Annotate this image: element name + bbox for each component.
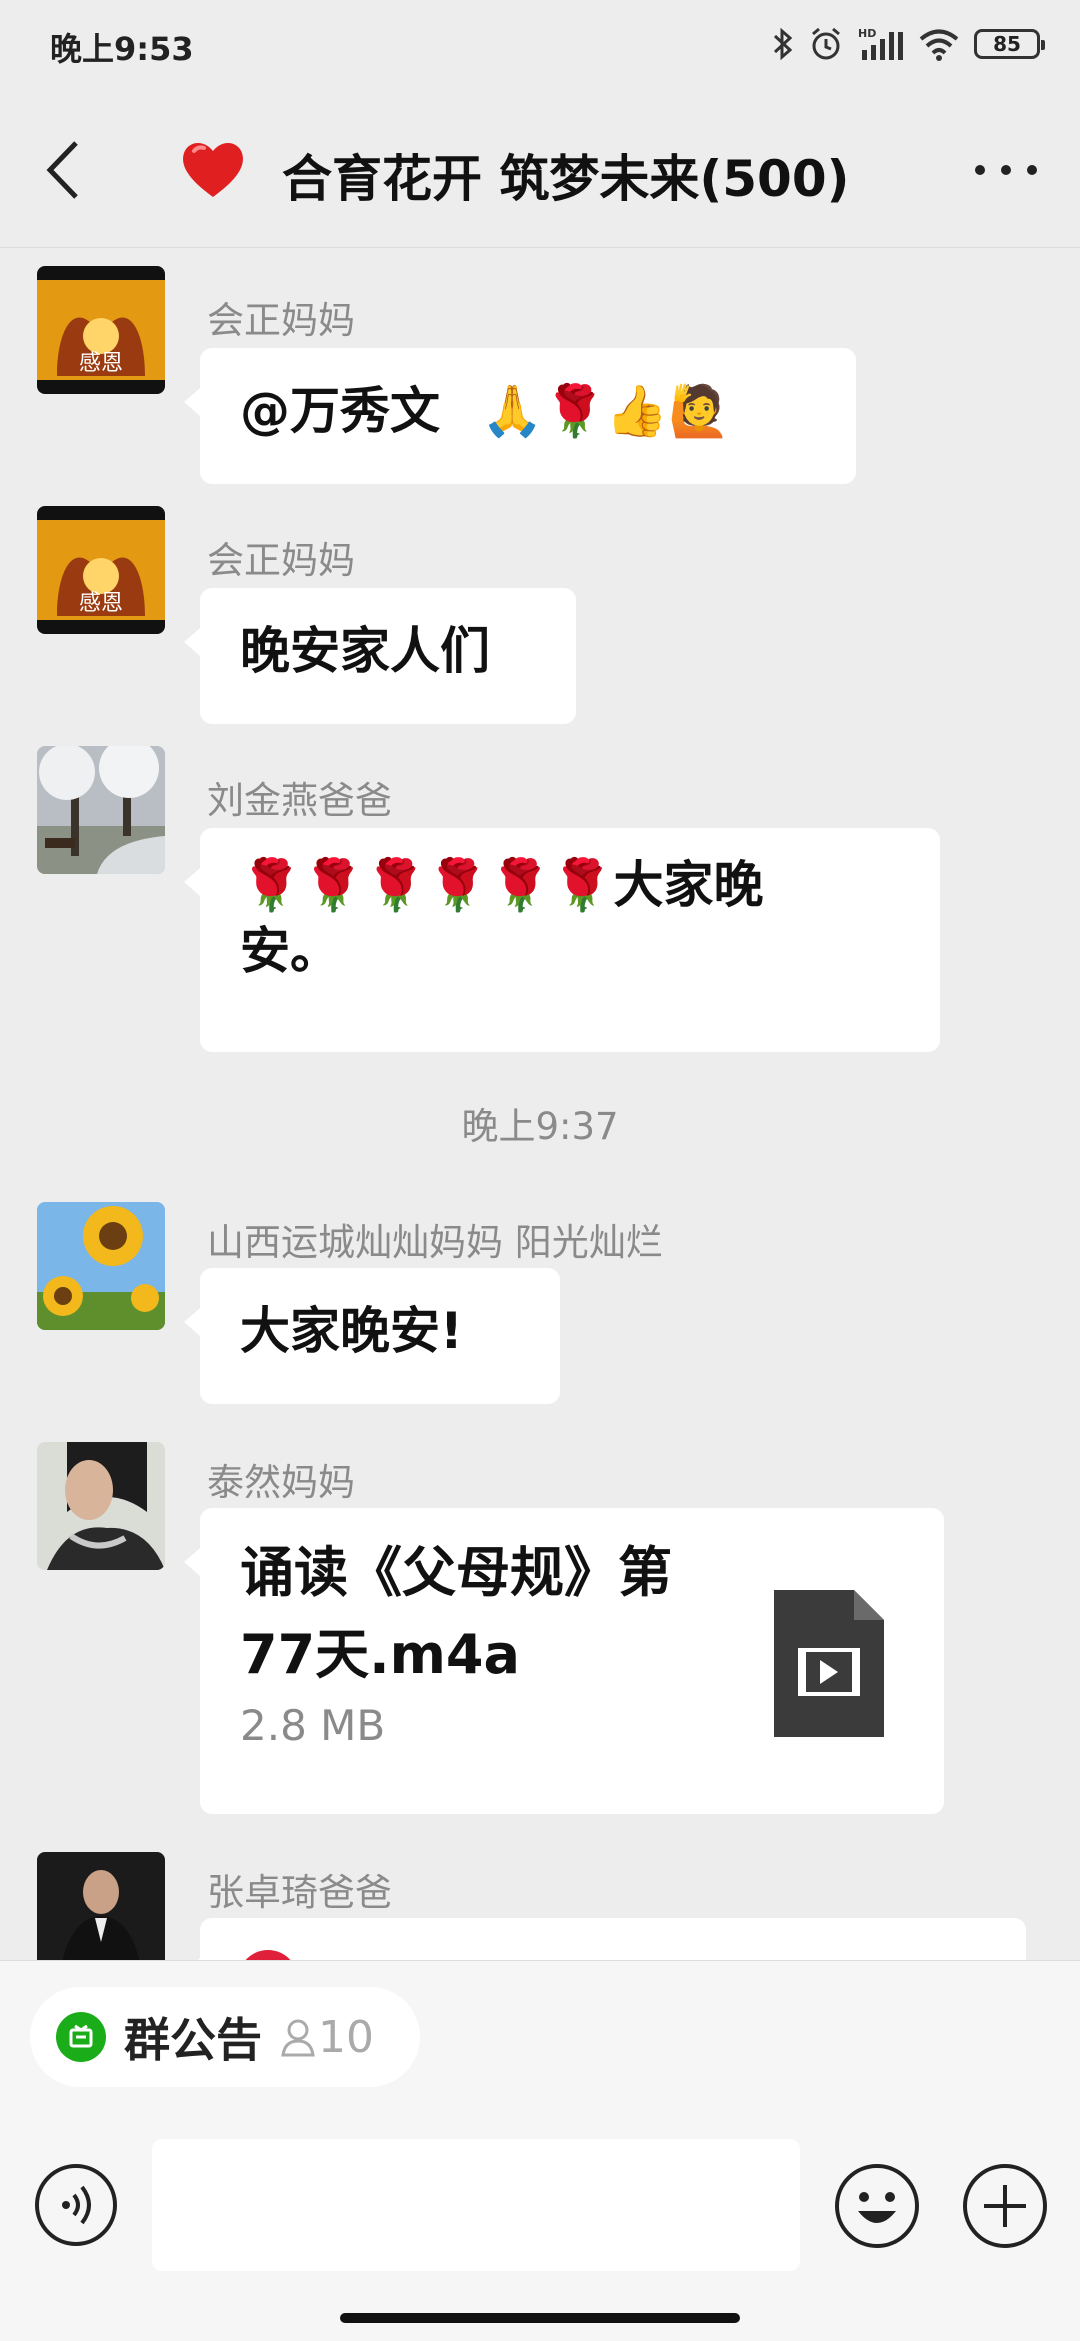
sender-name: 刘金燕爸爸 — [207, 779, 392, 822]
avatar-text: 感恩 — [79, 591, 123, 616]
avatar-snow-tree-image — [37, 746, 165, 874]
sender-name: 张卓琦爸爸 — [207, 1871, 392, 1914]
emoji-icon[interactable] — [834, 2163, 920, 2249]
message-text-line: 🌹🌹🌹🌹🌹🌹大家晚 — [240, 856, 764, 914]
notice-icon — [56, 2012, 106, 2062]
more-icon[interactable] — [966, 145, 1046, 195]
message-bubble[interactable]: @万秀文 🙏🌹👍🙋 — [184, 348, 856, 484]
message-bubble[interactable]: 🌹🌹🌹🌹🌹🌹大家晚 安。 — [184, 828, 940, 1052]
avatar[interactable]: 感恩 — [37, 266, 165, 394]
home-indicator[interactable] — [340, 2313, 740, 2323]
group-notice-button[interactable]: 群公告 10 — [30, 1987, 420, 2087]
avatar-sunflower-image — [37, 1202, 165, 1330]
message-bubble[interactable] — [184, 1918, 1026, 1960]
red-dot-icon — [245, 1950, 291, 1960]
avatar-thanks-image: 感恩 — [37, 266, 165, 394]
avatar[interactable] — [37, 1202, 165, 1330]
avatar[interactable] — [37, 1852, 165, 1960]
bluetooth-icon — [773, 27, 793, 61]
message-emoji: 🙏🌹👍🙋 — [481, 382, 731, 440]
message-input[interactable] — [152, 2139, 800, 2271]
chat-messages[interactable]: 感恩 会正妈妈 @万秀文 🙏🌹👍🙋 感恩 会正妈妈 晚安家人们 刘金燕爸爸 🌹🌹… — [0, 248, 1080, 1960]
video-file-icon — [774, 1590, 884, 1737]
message-text: @万秀文 — [240, 382, 440, 440]
sender-name: 山西运城灿灿妈妈 阳光灿烂 — [207, 1221, 663, 1264]
message-text: 大家晚安! — [240, 1302, 463, 1360]
message-text-line: 安。 — [240, 922, 340, 980]
svg-text:HD: HD — [858, 27, 876, 40]
avatar[interactable] — [37, 746, 165, 874]
sender-name: 会正妈妈 — [207, 299, 355, 342]
avatar-man-image — [37, 1852, 165, 1960]
avatar-thanks-image: 感恩 — [37, 506, 165, 634]
person-icon — [281, 2019, 315, 2057]
member-count-value: 10 — [318, 2011, 374, 2063]
message-text: 晚安家人们 — [240, 622, 490, 680]
avatar[interactable] — [37, 1442, 165, 1570]
chat-input-area: 群公告 10 — [0, 1960, 1080, 2341]
time-divider: 晚上9:37 — [461, 1105, 619, 1148]
group-notice-label: 群公告 — [124, 2013, 262, 2067]
battery-level: 85 — [993, 32, 1021, 56]
chat-header: 合育花开 筑梦未来(500) — [0, 95, 1080, 248]
sender-name: 泰然妈妈 — [207, 1461, 355, 1504]
status-time: 晚上9:53 — [50, 30, 194, 68]
chevron-left-icon[interactable] — [36, 135, 96, 205]
avatar-text: 感恩 — [79, 351, 123, 376]
avatar-portrait-image — [37, 1442, 165, 1570]
message-bubble[interactable]: 晚安家人们 — [184, 588, 576, 724]
file-message-bubble[interactable]: 诵读《父母规》第 77天.m4a 2.8 MB — [184, 1508, 944, 1814]
plus-icon[interactable] — [962, 2163, 1048, 2249]
status-icons: HD 85 — [772, 22, 1045, 66]
heart-icon — [183, 142, 243, 197]
battery-icon: 85 — [974, 29, 1045, 59]
member-count: 10 — [278, 2012, 374, 2063]
signal-icon: HD — [858, 27, 903, 60]
sender-name: 会正妈妈 — [207, 539, 355, 582]
wifi-icon — [919, 29, 959, 61]
chat-title: 合育花开 筑梦未来(500) — [282, 150, 850, 208]
message-bubble[interactable]: 大家晚安! — [184, 1268, 560, 1404]
status-bar: 晚上9:53 HD 85 — [0, 0, 1080, 95]
avatar[interactable]: 感恩 — [37, 506, 165, 634]
alarm-icon — [812, 27, 840, 60]
voice-input-icon[interactable] — [34, 2163, 118, 2247]
